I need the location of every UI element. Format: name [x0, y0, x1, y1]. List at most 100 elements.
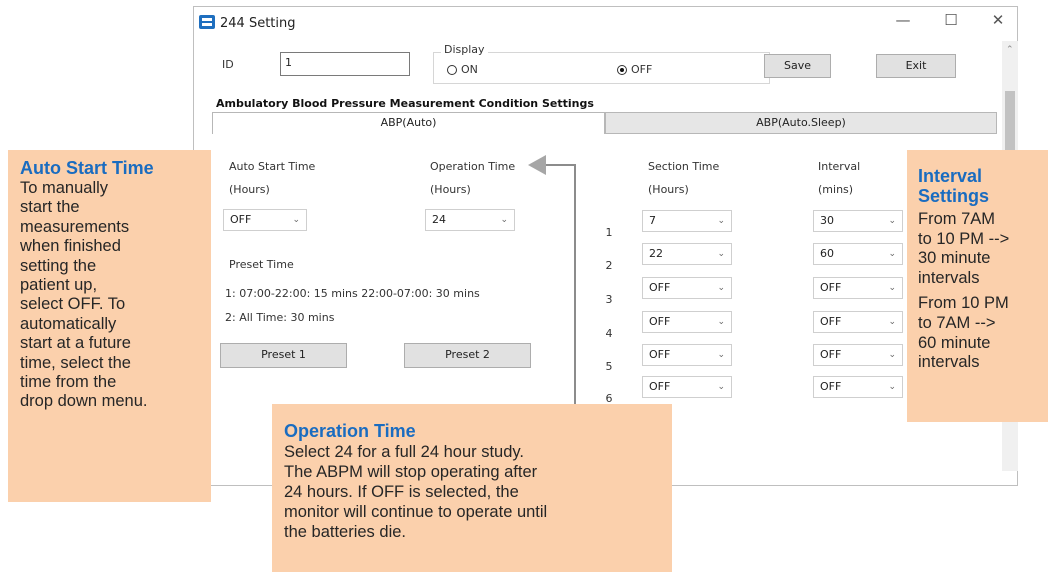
callout-line: start the	[20, 198, 80, 217]
callout-line: the batteries die.	[284, 523, 406, 541]
operation-time-value: 24	[432, 213, 446, 226]
preset-label: Preset Time	[229, 258, 294, 271]
interval-value: 60	[820, 247, 834, 260]
interval-select[interactable]: 30 ⌄	[813, 210, 903, 232]
callout-line: setting the	[20, 256, 97, 275]
callout-line: intervals	[918, 268, 980, 287]
chevron-down-icon: ⌄	[888, 249, 896, 259]
interval-value: 30	[820, 214, 834, 227]
interval-select[interactable]: 60 ⌄	[813, 243, 903, 265]
callout-line: when finished	[20, 237, 121, 256]
chevron-down-icon: ⌄	[888, 283, 896, 293]
scroll-up-icon[interactable]: ⌃	[1006, 45, 1014, 55]
display-on-label: ON	[461, 63, 478, 76]
callout-line: time from the	[20, 373, 117, 392]
callout-line: 60 minute	[918, 333, 991, 352]
section-time-select[interactable]: OFF ⌄	[642, 376, 732, 398]
section-time-value: OFF	[649, 348, 671, 361]
interval-value: OFF	[820, 315, 842, 328]
auto-start-callout-title: Auto Start Time	[20, 158, 154, 178]
callout-line: patient up,	[20, 276, 98, 295]
callout-line: From 10 PM	[918, 294, 1009, 313]
chevron-down-icon: ⌄	[888, 350, 896, 360]
callout-line: measurements	[20, 217, 130, 236]
save-button[interactable]: Save	[764, 54, 831, 78]
window-title: 244 Setting	[220, 16, 296, 31]
row-number: 5	[605, 360, 613, 373]
tab-abp-auto[interactable]: ABP(Auto)	[212, 112, 605, 134]
interval-select[interactable]: OFF ⌄	[813, 277, 903, 299]
callout-line: start at a future	[20, 334, 131, 353]
preset-2-button[interactable]: Preset 2	[404, 343, 531, 368]
exit-button[interactable]: Exit	[876, 54, 956, 78]
id-input[interactable]: 1	[280, 52, 410, 76]
interval-select[interactable]: OFF ⌄	[813, 344, 903, 366]
row-number: 2	[605, 259, 613, 272]
section-time-select[interactable]: OFF ⌄	[642, 344, 732, 366]
auto-start-callout-text: To manually start the measurements when fin…	[20, 179, 205, 412]
interval-callout: Interval Settings From 7AM to 10 PM --> 30…	[907, 150, 1048, 422]
app-icon	[199, 15, 215, 29]
maximize-button[interactable]: ☐	[936, 11, 966, 29]
callout-line: 30 minute	[918, 249, 991, 268]
callout-line: select OFF. To	[20, 295, 126, 314]
auto-start-value: OFF	[230, 213, 252, 226]
arrow-head	[528, 155, 546, 175]
section-time-select[interactable]: 7 ⌄	[642, 210, 732, 232]
display-off-label: OFF	[631, 63, 653, 76]
section-time-select[interactable]: OFF ⌄	[642, 311, 732, 333]
preset-1-button[interactable]: Preset 1	[220, 343, 347, 368]
chevron-down-icon: ⌄	[888, 382, 896, 392]
callout-line: automatically	[20, 314, 117, 333]
chevron-down-icon: ⌄	[717, 283, 725, 293]
callout-line: To manually	[20, 179, 109, 197]
chevron-down-icon: ⌄	[717, 216, 725, 226]
callout-line: From 7AM	[918, 210, 996, 228]
display-off-radio[interactable]	[617, 65, 627, 75]
interval-value: OFF	[820, 281, 842, 294]
callout-line: The ABPM will stop operating after	[284, 463, 538, 481]
callout-line: intervals	[918, 353, 980, 372]
callout-line: to 7AM -->	[918, 313, 996, 332]
arrow-line	[545, 164, 576, 405]
section-time-select[interactable]: OFF ⌄	[642, 277, 732, 299]
chevron-down-icon: ⌄	[717, 350, 725, 360]
chevron-down-icon: ⌄	[717, 317, 725, 327]
callout-line: time, select the	[20, 353, 131, 372]
operation-time-label: Operation Time	[430, 160, 516, 173]
auto-start-select[interactable]: OFF ⌄	[223, 209, 307, 231]
row-number: 4	[605, 327, 613, 340]
display-on-radio[interactable]	[447, 65, 457, 75]
callout-line: 24 hours. If OFF is selected, the	[284, 483, 519, 501]
interval-callout-text-2: From 10 PM to 7AM --> 60 minute intervals	[918, 294, 1044, 372]
row-number: 1	[605, 226, 613, 239]
preset-line-2: 2: All Time: 30 mins	[225, 311, 335, 324]
display-group	[433, 52, 770, 84]
preset-line-1: 1: 07:00-22:00: 15 mins 22:00-07:00: 30 …	[225, 287, 480, 300]
section-time-value: OFF	[649, 380, 671, 393]
section-time-value: OFF	[649, 281, 671, 294]
chevron-down-icon: ⌄	[292, 215, 300, 225]
operation-time-callout: Operation Time Select 24 for a full 24 h…	[272, 404, 672, 572]
interval-value: OFF	[820, 380, 842, 393]
interval-callout-text-1: From 7AM to 10 PM --> 30 minute intervals	[918, 210, 1044, 288]
interval-select[interactable]: OFF ⌄	[813, 376, 903, 398]
section-title: Ambulatory Blood Pressure Measurement Co…	[216, 97, 594, 110]
auto-start-unit: (Hours)	[229, 183, 270, 196]
section-time-label: Section Time	[648, 160, 720, 173]
section-time-select[interactable]: 22 ⌄	[642, 243, 732, 265]
interval-label: Interval	[818, 160, 861, 173]
section-time-value: 22	[649, 247, 663, 260]
tab-abp-auto-sleep[interactable]: ABP(Auto.Sleep)	[605, 112, 997, 134]
interval-value: OFF	[820, 348, 842, 361]
operation-time-select[interactable]: 24 ⌄	[425, 209, 515, 231]
minimize-button[interactable]: —	[888, 11, 918, 29]
section-time-value: 7	[649, 214, 656, 227]
callout-line: monitor will continue to operate until	[284, 503, 548, 521]
section-time-unit: (Hours)	[648, 183, 689, 196]
row-number: 3	[605, 293, 613, 306]
interval-select[interactable]: OFF ⌄	[813, 311, 903, 333]
callout-line: to 10 PM -->	[918, 229, 1010, 248]
chevron-down-icon: ⌄	[500, 215, 508, 225]
close-button[interactable]: ✕	[983, 11, 1013, 29]
